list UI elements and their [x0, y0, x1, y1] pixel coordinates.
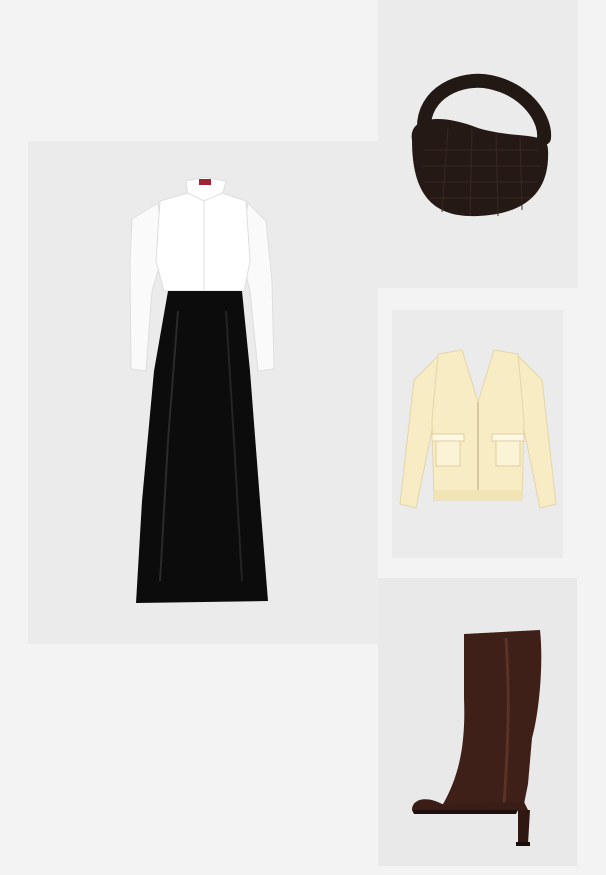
bag-product-tile[interactable] — [378, 0, 578, 288]
cardigan-image — [392, 310, 563, 558]
shirt-dress-image — [28, 141, 378, 644]
dress-product-tile[interactable] — [28, 141, 378, 644]
woven-bag-image — [378, 0, 578, 288]
cardigan-product-tile[interactable] — [392, 310, 563, 558]
boot-product-tile[interactable] — [378, 578, 577, 866]
knee-boot-image — [378, 578, 577, 866]
